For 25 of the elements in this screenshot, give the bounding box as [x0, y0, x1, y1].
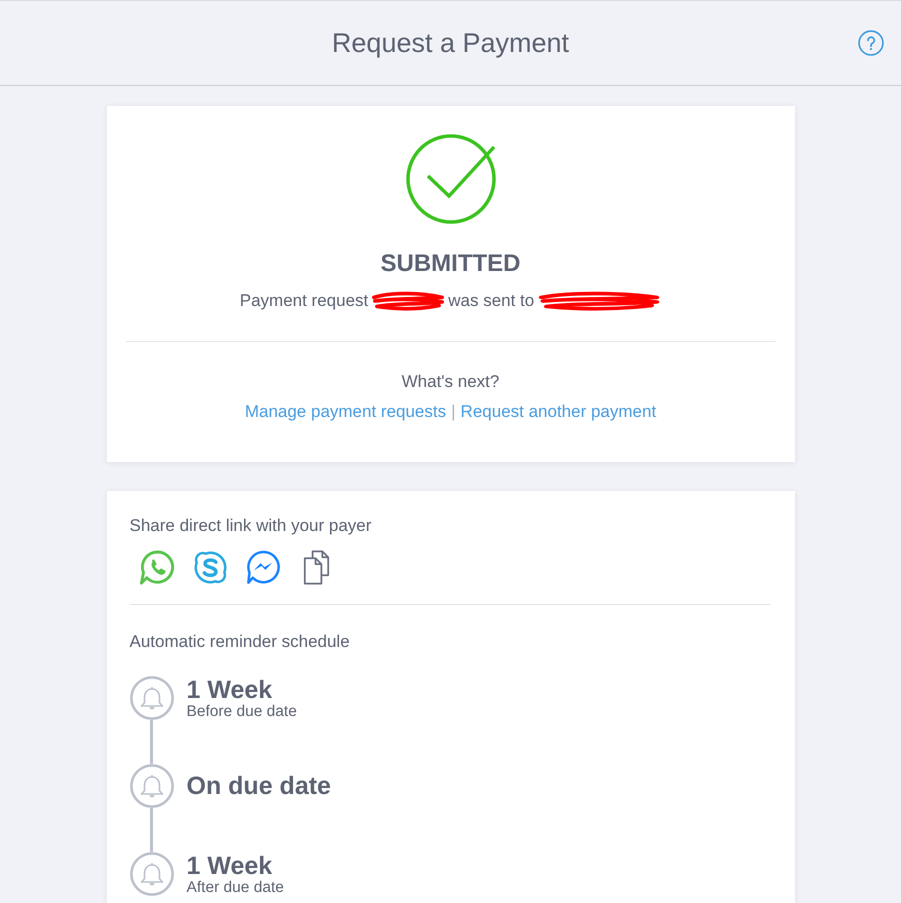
timeline-line	[150, 720, 153, 764]
help-icon[interactable]	[858, 30, 884, 56]
check-circle-icon	[404, 133, 496, 225]
next-step-link[interactable]: Request another payment	[460, 401, 656, 423]
reminder-title: 1 Week	[186, 676, 274, 702]
reminder-subtitle: After due date	[186, 878, 285, 896]
reminder-title: On due date	[186, 773, 332, 799]
scribble-icon	[537, 291, 662, 311]
link-separator: |	[451, 401, 456, 423]
timeline-line	[150, 808, 153, 852]
page-title: Request a Payment	[332, 27, 570, 59]
bell-icon	[130, 676, 174, 720]
scribble-icon	[371, 291, 446, 311]
reminder-subtitle: Before due date	[186, 702, 298, 720]
next-step-link[interactable]: Manage payment requests	[244, 401, 446, 423]
share-heading: Share direct link with your payer	[130, 515, 372, 536]
message-text: Payment request	[240, 290, 368, 312]
bell-icon	[130, 764, 174, 808]
message-text: was sent to	[448, 290, 534, 312]
bell-icon	[130, 852, 174, 896]
next-heading: What's next?	[402, 371, 500, 393]
phone-chat-icon[interactable]	[138, 548, 176, 587]
reminder-title: 1 Week	[186, 852, 274, 878]
status-title: SUBMITTED	[380, 250, 520, 277]
reminder-heading: Automatic reminder schedule	[130, 631, 351, 652]
